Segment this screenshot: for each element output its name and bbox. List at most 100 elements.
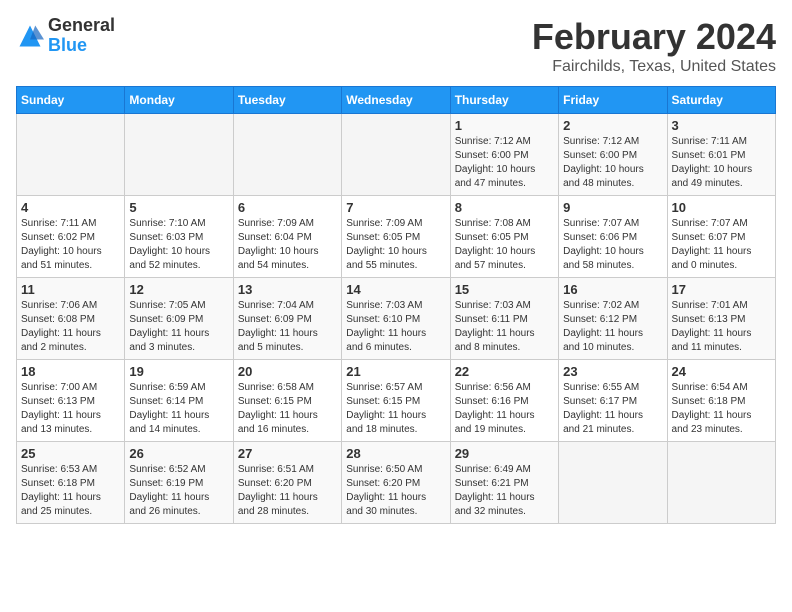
calendar-cell: 2 Sunrise: 7:12 AMSunset: 6:00 PMDaylight… [559, 114, 667, 196]
day-info: Sunrise: 6:50 AMSunset: 6:20 PMDaylight:… [346, 463, 445, 519]
logo-icon [16, 22, 44, 50]
day-number: 7 [346, 200, 445, 215]
day-info: Sunrise: 7:05 AMSunset: 6:09 PMDaylight:… [129, 299, 228, 355]
calendar-cell: 6 Sunrise: 7:09 AMSunset: 6:04 PMDaylight… [233, 196, 341, 278]
header-cell-tuesday: Tuesday [233, 87, 341, 114]
calendar-title: February 2024 [532, 16, 776, 58]
day-info: Sunrise: 6:49 AMSunset: 6:21 PMDaylight:… [455, 463, 554, 519]
week-row-3: 11 Sunrise: 7:06 AMSunset: 6:08 PMDayligh… [17, 278, 776, 360]
header-cell-saturday: Saturday [667, 87, 775, 114]
week-row-4: 18 Sunrise: 7:00 AMSunset: 6:13 PMDayligh… [17, 360, 776, 442]
calendar-cell: 21Sunrise: 6:57 AMSunset: 6:15 PMDayligh… [342, 360, 450, 442]
calendar-cell: 4 Sunrise: 7:11 AMSunset: 6:02 PMDaylight… [17, 196, 125, 278]
day-number: 27 [238, 446, 337, 461]
day-info: Sunrise: 6:55 AMSunset: 6:17 PMDaylight:… [563, 381, 662, 437]
day-number: 5 [129, 200, 228, 215]
calendar-cell: 27 Sunrise: 6:51 AMSunset: 6:20 PMDayligh… [233, 442, 341, 524]
calendar-cell: 3 Sunrise: 7:11 AMSunset: 6:01 PMDaylight… [667, 114, 775, 196]
day-info: Sunrise: 6:56 AMSunset: 6:16 PMDaylight:… [455, 381, 554, 437]
day-number: 4 [21, 200, 120, 215]
day-number: 22 [455, 364, 554, 379]
calendar-cell [667, 442, 775, 524]
calendar-cell: 10 Sunrise: 7:07 AMSunset: 6:07 PMDayligh… [667, 196, 775, 278]
day-info: Sunrise: 7:12 AMSunset: 6:00 PMDaylight:… [563, 135, 662, 191]
week-row-1: 1 Sunrise: 7:12 AMSunset: 6:00 PMDaylight… [17, 114, 776, 196]
day-info: Sunrise: 6:59 AMSunset: 6:14 PMDaylight:… [129, 381, 228, 437]
day-number: 18 [21, 364, 120, 379]
calendar-table: SundayMondayTuesdayWednesdayThursdayFrid… [16, 86, 776, 524]
day-number: 16 [563, 282, 662, 297]
calendar-cell: 18 Sunrise: 7:00 AMSunset: 6:13 PMDayligh… [17, 360, 125, 442]
calendar-cell [17, 114, 125, 196]
day-number: 15 [455, 282, 554, 297]
day-number: 28 [346, 446, 445, 461]
header-cell-sunday: Sunday [17, 87, 125, 114]
calendar-cell: 22 Sunrise: 6:56 AMSunset: 6:16 PMDayligh… [450, 360, 558, 442]
day-number: 21 [346, 364, 445, 379]
day-info: Sunrise: 6:58 AMSunset: 6:15 PMDaylight:… [238, 381, 337, 437]
logo-general-text: General [48, 16, 115, 36]
day-number: 29 [455, 446, 554, 461]
day-info: Sunrise: 7:11 AMSunset: 6:02 PMDaylight:… [21, 217, 120, 273]
header-row: SundayMondayTuesdayWednesdayThursdayFrid… [17, 87, 776, 114]
week-row-5: 25Sunrise: 6:53 AMSunset: 6:18 PMDayligh… [17, 442, 776, 524]
header-cell-friday: Friday [559, 87, 667, 114]
day-info: Sunrise: 7:12 AMSunset: 6:00 PMDaylight:… [455, 135, 554, 191]
page-header: General Blue February 2024 Fairchilds, T… [16, 16, 776, 76]
day-number: 10 [672, 200, 771, 215]
day-number: 13 [238, 282, 337, 297]
day-number: 9 [563, 200, 662, 215]
logo: General Blue [16, 16, 115, 56]
day-number: 23 [563, 364, 662, 379]
day-number: 20 [238, 364, 337, 379]
logo-text: General Blue [48, 16, 115, 56]
header-cell-thursday: Thursday [450, 87, 558, 114]
day-number: 25 [21, 446, 120, 461]
day-info: Sunrise: 7:04 AMSunset: 6:09 PMDaylight:… [238, 299, 337, 355]
day-number: 6 [238, 200, 337, 215]
calendar-cell: 20 Sunrise: 6:58 AMSunset: 6:15 PMDayligh… [233, 360, 341, 442]
day-info: Sunrise: 7:07 AMSunset: 6:06 PMDaylight:… [563, 217, 662, 273]
calendar-cell: 15 Sunrise: 7:03 AMSunset: 6:11 PMDayligh… [450, 278, 558, 360]
calendar-cell: 28 Sunrise: 6:50 AMSunset: 6:20 PMDayligh… [342, 442, 450, 524]
calendar-cell: 1 Sunrise: 7:12 AMSunset: 6:00 PMDaylight… [450, 114, 558, 196]
header-cell-monday: Monday [125, 87, 233, 114]
calendar-cell [233, 114, 341, 196]
day-number: 3 [672, 118, 771, 133]
calendar-cell: 26Sunrise: 6:52 AMSunset: 6:19 PMDayligh… [125, 442, 233, 524]
calendar-cell: 5 Sunrise: 7:10 AMSunset: 6:03 PMDaylight… [125, 196, 233, 278]
day-info: Sunrise: 6:52 AMSunset: 6:19 PMDaylight:… [129, 463, 228, 519]
day-number: 12 [129, 282, 228, 297]
calendar-cell [342, 114, 450, 196]
day-info: Sunrise: 7:03 AMSunset: 6:11 PMDaylight:… [455, 299, 554, 355]
calendar-cell: 14 Sunrise: 7:03 AMSunset: 6:10 PMDayligh… [342, 278, 450, 360]
day-info: Sunrise: 6:54 AMSunset: 6:18 PMDaylight:… [672, 381, 771, 437]
day-info: Sunrise: 7:09 AMSunset: 6:05 PMDaylight:… [346, 217, 445, 273]
day-info: Sunrise: 7:09 AMSunset: 6:04 PMDaylight:… [238, 217, 337, 273]
calendar-cell: 12 Sunrise: 7:05 AMSunset: 6:09 PMDayligh… [125, 278, 233, 360]
calendar-cell: 19 Sunrise: 6:59 AMSunset: 6:14 PMDayligh… [125, 360, 233, 442]
calendar-cell: 11 Sunrise: 7:06 AMSunset: 6:08 PMDayligh… [17, 278, 125, 360]
day-info: Sunrise: 7:07 AMSunset: 6:07 PMDaylight:… [672, 217, 771, 273]
header-cell-wednesday: Wednesday [342, 87, 450, 114]
calendar-cell: 24Sunrise: 6:54 AMSunset: 6:18 PMDayligh… [667, 360, 775, 442]
calendar-cell [125, 114, 233, 196]
day-number: 2 [563, 118, 662, 133]
calendar-cell: 13 Sunrise: 7:04 AMSunset: 6:09 PMDayligh… [233, 278, 341, 360]
day-number: 14 [346, 282, 445, 297]
day-info: Sunrise: 7:06 AMSunset: 6:08 PMDaylight:… [21, 299, 120, 355]
day-info: Sunrise: 7:10 AMSunset: 6:03 PMDaylight:… [129, 217, 228, 273]
calendar-cell: 16Sunrise: 7:02 AMSunset: 6:12 PMDayligh… [559, 278, 667, 360]
day-info: Sunrise: 7:00 AMSunset: 6:13 PMDaylight:… [21, 381, 120, 437]
day-number: 1 [455, 118, 554, 133]
day-number: 17 [672, 282, 771, 297]
calendar-cell: 25Sunrise: 6:53 AMSunset: 6:18 PMDayligh… [17, 442, 125, 524]
calendar-cell: 9 Sunrise: 7:07 AMSunset: 6:06 PMDaylight… [559, 196, 667, 278]
day-number: 11 [21, 282, 120, 297]
day-info: Sunrise: 6:51 AMSunset: 6:20 PMDaylight:… [238, 463, 337, 519]
day-info: Sunrise: 7:03 AMSunset: 6:10 PMDaylight:… [346, 299, 445, 355]
calendar-cell: 29 Sunrise: 6:49 AMSunset: 6:21 PMDayligh… [450, 442, 558, 524]
day-info: Sunrise: 7:01 AMSunset: 6:13 PMDaylight:… [672, 299, 771, 355]
day-number: 19 [129, 364, 228, 379]
day-info: Sunrise: 7:11 AMSunset: 6:01 PMDaylight:… [672, 135, 771, 191]
